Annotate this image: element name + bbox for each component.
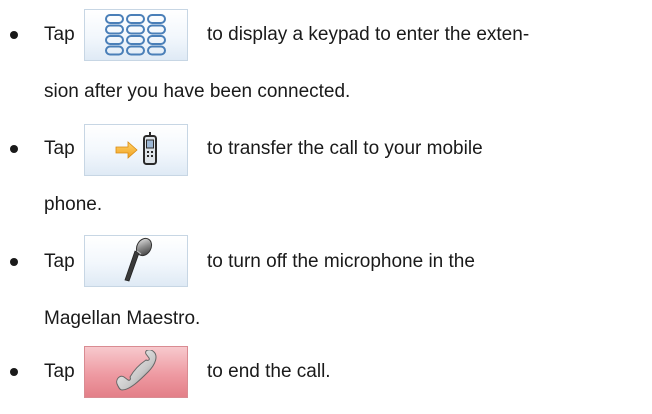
transfer-to-mobile-button[interactable] — [84, 124, 188, 176]
list-item-keypad: Tap to display a keypad to enter the ext… — [0, 0, 652, 110]
keypad-icon — [105, 14, 166, 56]
description-line: sion after you have been connected. — [44, 81, 351, 102]
list-item-transfer: Tap to transfer the call to your mobile … — [0, 110, 652, 220]
tap-label: Tap — [44, 24, 75, 45]
list-item-microphone: Tap to turn off the microphone in the Ma… — [0, 220, 652, 336]
microphone-icon — [124, 237, 153, 282]
tap-label: Tap — [44, 138, 75, 159]
bullet — [10, 145, 18, 153]
transfer-to-mobile-icon — [115, 132, 157, 165]
microphone-button[interactable] — [84, 235, 188, 287]
bullet — [10, 258, 18, 266]
description-line: phone. — [44, 194, 103, 215]
description-line: to transfer the call to your mobile — [207, 138, 483, 159]
keypad-button[interactable] — [84, 9, 188, 61]
bullet — [10, 368, 18, 376]
list-item-end-call: Tap to end the call. — [0, 336, 652, 414]
tap-label: Tap — [44, 251, 75, 272]
description-line: to end the call. — [207, 361, 331, 382]
description-line: Magellan Maestro. — [44, 308, 201, 329]
description-line: to display a keypad to enter the exten- — [207, 24, 530, 45]
tap-label: Tap — [44, 361, 75, 382]
end-call-button[interactable] — [84, 346, 188, 398]
bullet — [10, 31, 18, 39]
description-line: to turn off the microphone in the — [207, 251, 475, 272]
end-call-icon — [116, 350, 157, 391]
